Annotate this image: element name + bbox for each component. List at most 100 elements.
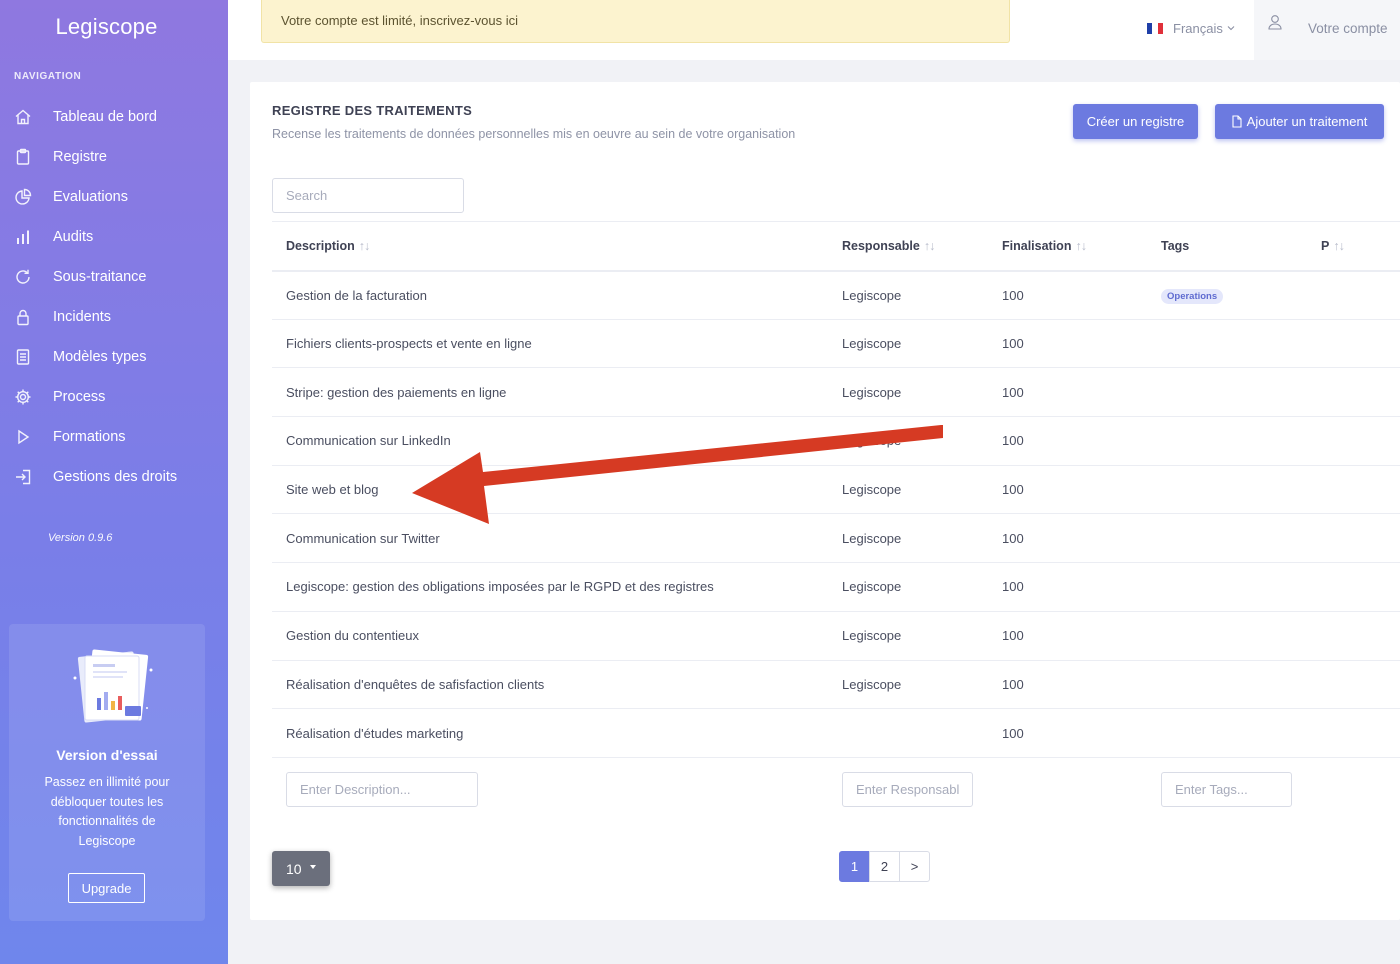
topbar: Votre compte est limité, inscrivez-vous … [228, 0, 1400, 60]
play-icon [14, 428, 32, 446]
sidebar-item-audits[interactable]: Audits [0, 217, 228, 257]
language-label: Français [1173, 20, 1223, 36]
sort-icon: ↑↓ [358, 238, 370, 253]
cell-responsable: Legiscope [828, 513, 988, 564]
cell-tags [1147, 611, 1307, 661]
cell-finalisation: 100 [988, 465, 1147, 515]
gear-icon [14, 388, 32, 406]
table-row[interactable]: Réalisation d'études marketing 100 [272, 708, 1400, 758]
table-row[interactable]: Communication sur Twitter Legiscope 100 [272, 513, 1400, 564]
column-header-description[interactable]: Description ↑↓ [272, 221, 828, 272]
upgrade-button[interactable]: Upgrade [68, 873, 145, 903]
cell-p [1307, 708, 1400, 758]
trial-description: Passez en illimité pour débloquer toutes… [44, 775, 170, 848]
cell-responsable: Legiscope [828, 319, 988, 369]
table-row[interactable]: Gestion du contentieux Legiscope 100 [272, 611, 1400, 661]
page-size-value: 10 [286, 860, 302, 877]
cell-p [1307, 319, 1400, 369]
page-size-dropdown[interactable]: 10 [272, 851, 330, 886]
brand-logo[interactable]: Legiscope [0, 14, 213, 40]
table-row[interactable]: Gestion de la facturation Legiscope 100 … [272, 270, 1400, 320]
language-selector[interactable]: Français [1147, 19, 1235, 37]
table-header-row: Description ↑↓ Responsable ↑↓ Finalisation… [272, 221, 1400, 272]
cell-p [1307, 660, 1400, 710]
table-row[interactable]: Stripe: gestion des paiements en ligne L… [272, 367, 1400, 418]
page-button-1[interactable]: 1 [839, 851, 870, 882]
cell-tags [1147, 319, 1307, 369]
cell-description: Réalisation d'enquêtes de safisfaction c… [272, 660, 828, 710]
cell-responsable: Legiscope [828, 270, 988, 320]
sidebar-item-incidents[interactable]: Incidents [0, 297, 228, 337]
cell-description: Stripe: gestion des paiements en ligne [272, 367, 828, 418]
cell-finalisation: 100 [988, 611, 1147, 661]
sidebar-item-registre[interactable]: Registre [0, 137, 228, 177]
account-menu[interactable]: Votre compte [1254, 0, 1400, 60]
cell-finalisation: 100 [988, 367, 1147, 418]
cell-tags [1147, 513, 1307, 564]
sidebar-item-tableau-de-bord[interactable]: Tableau de bord [0, 97, 228, 137]
traitements-table: Description ↑↓ Responsable ↑↓ Finalisation… [272, 221, 1400, 758]
sidebar-item-label: Gestions des droits [53, 469, 178, 485]
column-header-finalisation[interactable]: Finalisation ↑↓ [988, 221, 1147, 272]
cell-description: Legiscope: gestion des obligations impos… [272, 562, 828, 612]
table-row[interactable]: Fichiers clients-prospects et vente en l… [272, 319, 1400, 369]
table-row[interactable]: Legiscope: gestion des obligations impos… [272, 562, 1400, 612]
cell-description: Communication sur Twitter [272, 513, 828, 564]
cell-finalisation: 100 [988, 319, 1147, 369]
cell-p [1307, 513, 1400, 564]
page-title: REGISTRE DES TRAITEMENTS [272, 103, 473, 118]
cell-p [1307, 367, 1400, 418]
sidebar-item-process[interactable]: Process [0, 377, 228, 417]
sidebar-item-sous-traitance[interactable]: Sous-traitance [0, 257, 228, 297]
cell-description: Site web et blog [272, 465, 828, 515]
sidebar-item-label: Sous-traitance [53, 269, 147, 285]
cell-responsable: Legiscope [828, 416, 988, 466]
cell-responsable: Legiscope [828, 660, 988, 710]
create-registre-button[interactable]: Créer un registre [1073, 104, 1198, 139]
table-row[interactable]: Communication sur LinkedIn Legiscope 100 [272, 416, 1400, 466]
cell-description: Réalisation d'études marketing [272, 708, 828, 758]
cell-description: Fichiers clients-prospects et vente en l… [272, 319, 828, 369]
bar-chart-icon [14, 228, 32, 246]
app-version: Version 0.9.6 [48, 532, 113, 544]
cell-tags [1147, 660, 1307, 710]
document-icon [14, 348, 32, 366]
page-next-button[interactable]: > [899, 851, 930, 882]
table-row[interactable]: Réalisation d'enquêtes de safisfaction c… [272, 660, 1400, 710]
column-header-p[interactable]: P ↑↓ [1307, 221, 1400, 272]
pie-chart-icon [14, 188, 32, 206]
description-filter-input[interactable] [286, 772, 478, 807]
registre-card: REGISTRE DES TRAITEMENTS Recense les tra… [250, 82, 1400, 920]
column-header-responsable[interactable]: Responsable ↑↓ [828, 221, 988, 272]
search-input[interactable] [272, 178, 464, 213]
cell-description: Gestion du contentieux [272, 611, 828, 661]
cell-tags [1147, 562, 1307, 612]
trial-title: Version d'essai [56, 747, 158, 763]
account-limited-alert[interactable]: Votre compte est limité, inscrivez-vous … [261, 0, 1010, 43]
nav-list: Tableau de bord Registre Evaluations Aud… [0, 97, 228, 497]
page-subtitle: Recense les traitements de données perso… [272, 127, 796, 141]
sidebar-item-evaluations[interactable]: Evaluations [0, 177, 228, 217]
login-icon [14, 468, 32, 486]
chevron-down-icon [1227, 26, 1235, 31]
cell-tags: Operations [1147, 270, 1307, 320]
responsable-filter-input[interactable] [842, 772, 973, 807]
nav-header: NAVIGATION [14, 71, 82, 82]
cell-p [1307, 611, 1400, 661]
tags-filter-input[interactable] [1161, 772, 1292, 807]
cell-responsable: Legiscope [828, 367, 988, 418]
cell-finalisation: 100 [988, 660, 1147, 710]
sidebar-item-label: Evaluations [53, 189, 128, 205]
table-row[interactable]: Site web et blog Legiscope 100 [272, 465, 1400, 515]
sidebar-item-label: Tableau de bord [53, 109, 157, 125]
tag-badge[interactable]: Operations [1161, 288, 1224, 304]
pagination: 1 2 > [839, 851, 930, 882]
sidebar-item-label: Registre [53, 149, 107, 165]
sidebar-item-modeles-types[interactable]: Modèles types [0, 337, 228, 377]
page-button-2[interactable]: 2 [869, 851, 900, 882]
cell-description: Gestion de la facturation [272, 270, 828, 320]
sidebar-item-formations[interactable]: Formations [0, 417, 228, 457]
file-icon [1232, 115, 1242, 128]
add-traitement-button[interactable]: Ajouter un traitement [1215, 104, 1384, 139]
sidebar-item-gestions-des-droits[interactable]: Gestions des droits [0, 457, 228, 497]
